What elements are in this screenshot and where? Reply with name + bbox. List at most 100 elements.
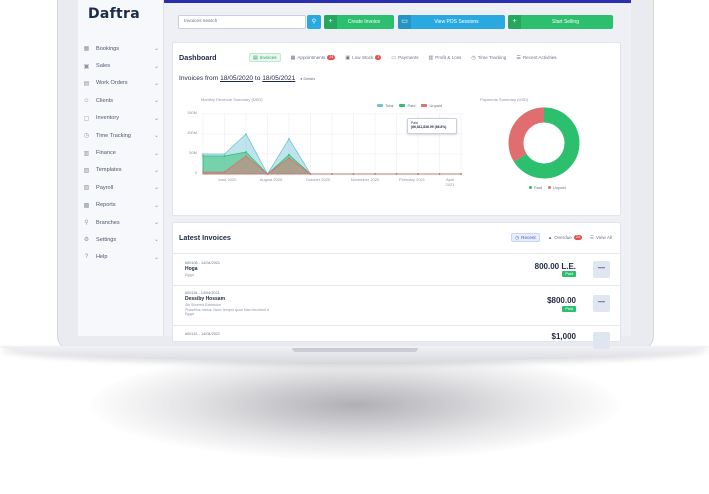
sidebar-item-label: Bookings: [96, 45, 120, 52]
invoice-row[interactable]: #00116 - 14/04/2021 Dessiby Hossam 4th S…: [173, 285, 622, 325]
pie-tooltip: Paid (66,811,836.99 (66.8%): [407, 118, 457, 134]
tab-label: Invoices: [259, 55, 277, 60]
search-icon: ⚲: [311, 19, 317, 25]
data-point[interactable]: [202, 171, 204, 173]
tab-recent-activities[interactable]: ☰ Recent Activities: [516, 53, 556, 62]
sidebar-item-label: Reports: [96, 202, 116, 209]
legend-item-paid[interactable]: Paid: [399, 103, 415, 108]
search-input[interactable]: Invoices search: [178, 15, 306, 29]
tab-appointments[interactable]: ▦ Appointments 24: [291, 53, 336, 62]
data-point[interactable]: [245, 155, 247, 157]
data-point[interactable]: [223, 155, 226, 157]
sidebar-item-label: Finance: [96, 150, 116, 157]
latest-invoices-card: Latest Invoices ◷ Recent ▲ Overdue 24 ☰ View…: [172, 222, 622, 349]
tab-label: Overdue: [554, 235, 572, 240]
sidebar-item-templates[interactable]: ▧ Templates ⌄: [82, 162, 162, 179]
data-point[interactable]: [288, 137, 290, 140]
legend-label: Unpaid: [429, 103, 443, 108]
tab-profit-loss[interactable]: ▥ Profit & Loss: [429, 53, 462, 62]
sidebar-item-help[interactable]: ? Help ⌄: [82, 249, 162, 266]
legend-item-unpaid[interactable]: Unpaid: [421, 103, 442, 108]
data-point[interactable]: [202, 153, 204, 155]
data-point[interactable]: [288, 153, 290, 156]
list-icon: ☰: [516, 54, 521, 61]
legend-label: Paid: [407, 103, 416, 108]
payments-chart-title: Payments Summary (USD): [480, 97, 529, 102]
logo[interactable]: Daftra: [88, 6, 140, 22]
data-point[interactable]: [395, 173, 398, 175]
legend-label: Paid: [534, 185, 543, 190]
chevron-down-icon: ⌄: [153, 98, 159, 105]
sidebar-item-branches[interactable]: ⚲ Branches ⌄: [82, 214, 162, 231]
more-icon: —: [598, 265, 605, 272]
search-button[interactable]: ⚲: [307, 15, 321, 29]
data-point[interactable]: [374, 173, 376, 175]
data-point[interactable]: [288, 157, 290, 159]
x-tick-label: April 2021: [445, 177, 455, 187]
date-from[interactable]: 18/05/2020: [220, 75, 253, 82]
data-point[interactable]: [417, 173, 419, 175]
invoice-row[interactable]: #00108 - 14/04/2021 Hoga Egypt 800.00 L.…: [173, 253, 622, 285]
sidebar-item-label: Inventory: [96, 115, 120, 122]
row-menu-button[interactable]: —: [593, 295, 610, 312]
tab-view-all[interactable]: ☰ View All: [590, 233, 612, 242]
sidebar-item-payroll[interactable]: ▨ Payroll ⌄: [82, 179, 162, 196]
data-point[interactable]: [245, 133, 247, 135]
tab-recent[interactable]: ◷ Recent: [511, 233, 540, 242]
help-icon: ?: [84, 254, 89, 261]
tab-payments[interactable]: ▭ Payments: [391, 53, 418, 62]
sidebar-item-time-tracking[interactable]: ◷ Time Tracking ⌄: [82, 127, 162, 144]
data-point[interactable]: [223, 171, 226, 173]
data-point[interactable]: [223, 153, 226, 155]
legend-swatch: [399, 104, 406, 107]
count-badge: 24: [573, 235, 582, 240]
data-point[interactable]: [202, 155, 204, 157]
sidebar-item-label: Settings: [96, 236, 117, 243]
tab-time-tracking[interactable]: ◷ Time Tracking: [471, 53, 506, 62]
data-point[interactable]: [460, 173, 462, 175]
legend-swatch: [529, 186, 532, 189]
template-icon: ▧: [83, 167, 90, 174]
sidebar-item-settings[interactable]: ⚙ Settings ⌄: [82, 231, 162, 248]
legend-swatch: [421, 104, 428, 107]
client-name[interactable]: Dessiby Hossam: [185, 296, 225, 302]
sidebar-item-inventory[interactable]: ▢ Inventory ⌄: [82, 110, 162, 127]
data-point[interactable]: [331, 173, 333, 175]
sidebar-item-label: Time Tracking: [96, 132, 131, 139]
data-point[interactable]: [309, 173, 312, 175]
legend-label: Unpaid: [553, 185, 566, 190]
tab-overdue[interactable]: ▲ Overdue 24: [548, 233, 582, 242]
tab-invoices[interactable]: ▤ Invoices: [249, 53, 281, 62]
legend-item-unpaid[interactable]: Unpaid: [548, 185, 566, 190]
latest-invoices-tabs: ◷ Recent ▲ Overdue 24 ☰ View All: [503, 233, 612, 242]
sidebar-item-finance[interactable]: ▥ Finance ⌄: [82, 144, 162, 161]
tab-label: Appointments: [297, 55, 326, 60]
create-invoice-button[interactable]: + Create Invoice: [324, 15, 394, 29]
sidebar-item-work-orders[interactable]: ▤ Work Orders ⌄: [82, 75, 162, 92]
client-name[interactable]: Hoga: [185, 266, 198, 272]
data-point[interactable]: [352, 173, 355, 175]
invoice-amount: $800.00: [547, 296, 576, 305]
view-pos-sessions-button[interactable]: ▭ View POS Sessions: [398, 15, 505, 29]
sidebar-item-bookings[interactable]: ▦ Bookings ⌄: [82, 40, 162, 57]
details-link[interactable]: ● Details: [300, 77, 315, 81]
legend-item-paid[interactable]: Paid: [529, 185, 542, 190]
chevron-down-icon: ⌄: [153, 185, 159, 192]
sidebar-item-clients[interactable]: ☺ Clients ⌄: [82, 92, 162, 109]
invoice-date-range: Invoices from 18/05/2020 to 18/05/2021 ●…: [179, 75, 315, 82]
data-point[interactable]: [245, 151, 247, 153]
invoice-row[interactable]: #00141 - 14/04/2021 $1,000: [173, 325, 622, 349]
date-to[interactable]: 18/05/2021: [262, 75, 295, 82]
list-icon: ☰: [589, 234, 594, 240]
data-point[interactable]: [266, 173, 269, 175]
legend-item-total[interactable]: Total: [377, 103, 393, 108]
row-menu-button[interactable]: —: [593, 261, 610, 278]
sidebar-item-sales[interactable]: ▣ Sales ⌄: [82, 57, 162, 74]
tab-label: Recent Activities: [522, 55, 557, 60]
tab-low-stock[interactable]: ▣ Low Stock 3: [345, 53, 382, 62]
sidebar-item-reports[interactable]: ▩ Reports ⌄: [82, 197, 162, 214]
data-point[interactable]: [438, 173, 441, 175]
sidebar-item-label: Help: [96, 254, 108, 261]
start-selling-button[interactable]: + Start Selling: [508, 15, 613, 29]
row-menu-button[interactable]: [593, 332, 610, 349]
